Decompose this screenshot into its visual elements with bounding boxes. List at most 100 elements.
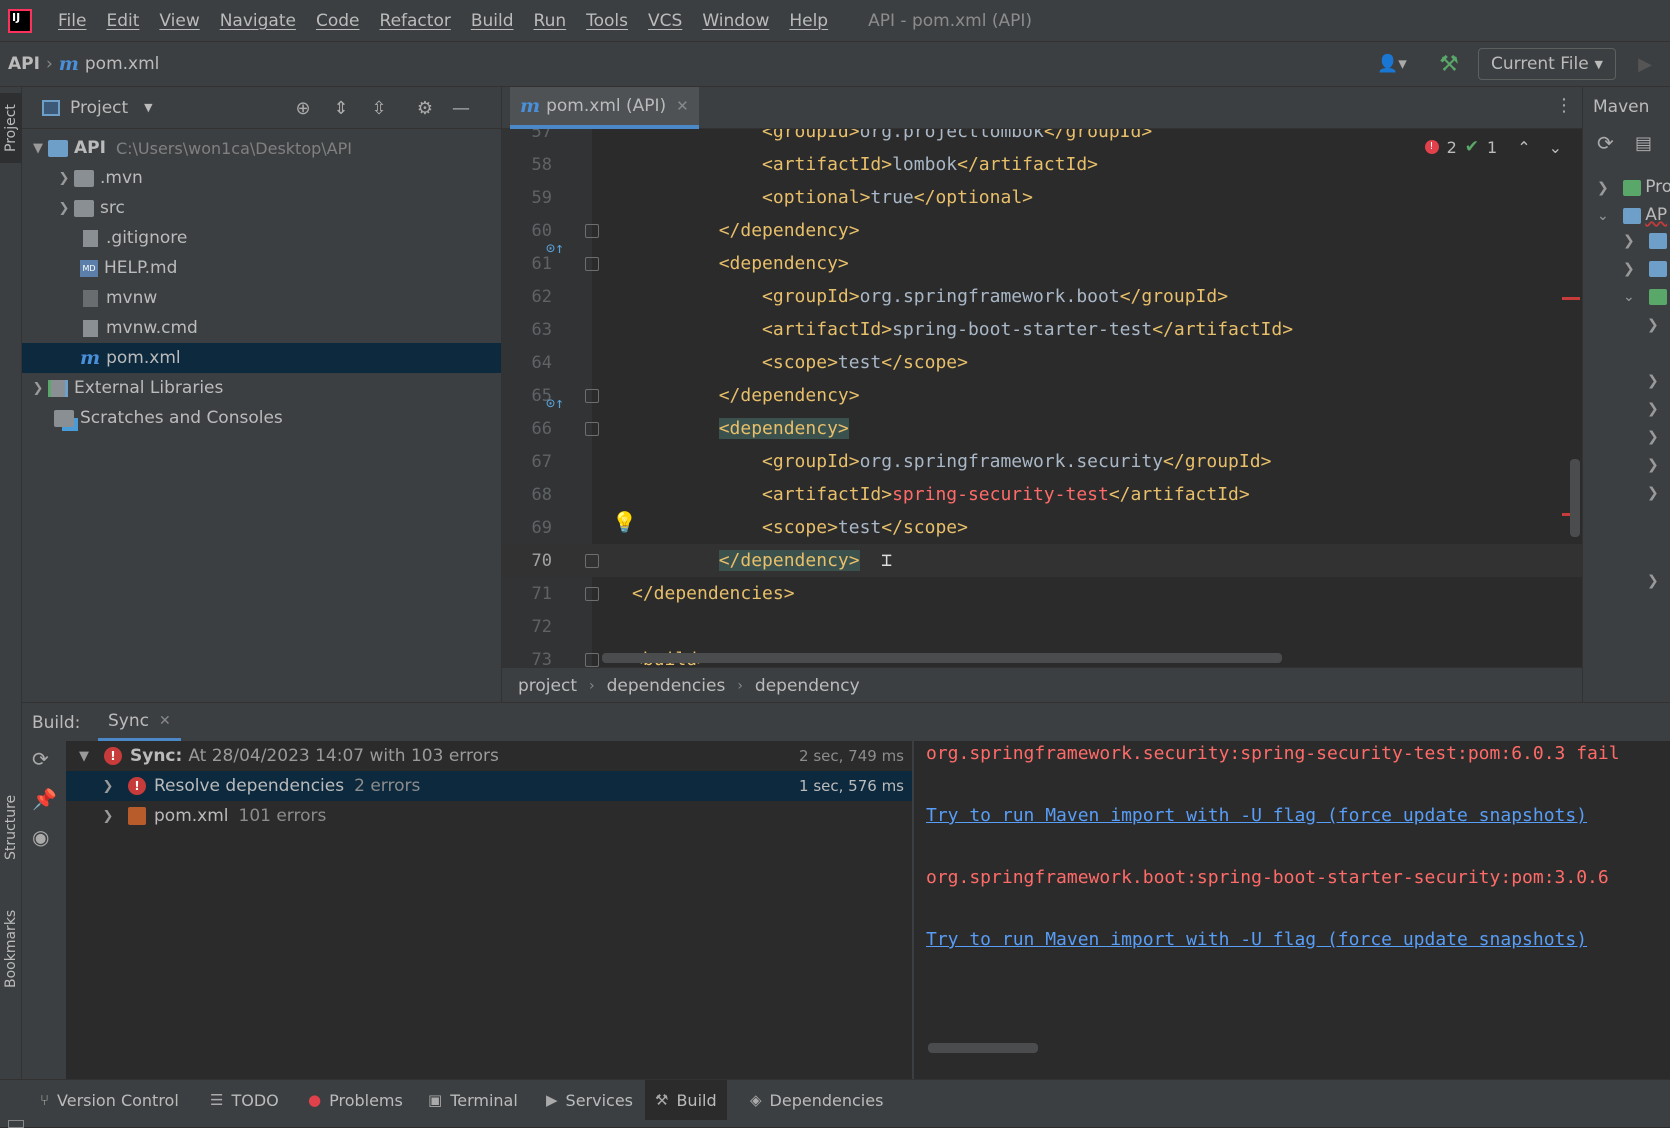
project-tool-tab[interactable]: Project xyxy=(0,93,22,163)
chevron-down-icon[interactable]: ⌄ xyxy=(1549,138,1562,157)
menu-code[interactable]: Code xyxy=(306,11,370,31)
code-line[interactable]: 72 xyxy=(502,610,1582,643)
tree-item-external-libraries[interactable]: ❯ External Libraries xyxy=(22,373,501,403)
tree-item-mvnw[interactable]: mvnw xyxy=(22,283,501,313)
build-row-pom-xml[interactable]: ❯ pom.xml 101 errors xyxy=(66,801,912,831)
code-line[interactable]: 63 <artifactId>spring-boot-starter-test<… xyxy=(502,313,1582,346)
menu-view[interactable]: View xyxy=(149,11,209,31)
chevron-down-icon[interactable]: ▼ xyxy=(28,141,48,156)
code-line[interactable]: 68 <artifactId>spring-security-test</art… xyxy=(502,478,1582,511)
code-line[interactable]: 67 <groupId>org.springframework.security… xyxy=(502,445,1582,478)
overrides-gutter-icon[interactable]: ⊙↑ xyxy=(546,394,564,412)
tree-item-scratches[interactable]: Scratches and Consoles xyxy=(22,403,501,433)
menu-help[interactable]: Help xyxy=(779,11,838,31)
breadcrumb-dependencies[interactable]: dependencies xyxy=(607,676,726,696)
locate-file-icon[interactable]: ⊕ xyxy=(290,95,316,121)
output-link-force-update[interactable]: Try to run Maven import with -U flag (fo… xyxy=(926,929,1587,950)
code-line[interactable]: 61 <dependency> xyxy=(502,247,1582,280)
code-editor[interactable]: 57 <groupId>org.projectlombok</groupId> 5… xyxy=(502,129,1582,667)
maven-tree-item-dependencies[interactable]: ⌄ xyxy=(1623,289,1667,305)
chevron-right-icon[interactable]: ❯ xyxy=(98,809,118,824)
project-view-select[interactable]: Project xyxy=(70,98,128,118)
chevron-right-icon[interactable]: ❯ xyxy=(1647,429,1659,445)
horizontal-scrollbar[interactable] xyxy=(928,1043,1038,1053)
tree-item-gitignore[interactable]: .gitignore xyxy=(22,223,501,253)
maven-tree-item-plugins[interactable]: ❯ xyxy=(1623,261,1667,277)
close-icon[interactable]: ✕ xyxy=(676,97,689,115)
nav-project-root[interactable]: API xyxy=(8,54,40,74)
output-link-force-update[interactable]: Try to run Maven import with -U flag (fo… xyxy=(926,805,1587,826)
user-account-icon[interactable]: 👤▾ xyxy=(1370,49,1414,79)
maven-tree-item-api[interactable]: ⌄ AP xyxy=(1597,205,1667,225)
add-maven-project-icon[interactable]: ▤ xyxy=(1635,133,1652,154)
tool-todo[interactable]: ☰ TODO xyxy=(200,1080,289,1120)
collapse-all-icon[interactable]: ⇳ xyxy=(366,95,392,121)
gear-icon[interactable]: ⚙ xyxy=(412,95,438,121)
menu-build[interactable]: Build xyxy=(461,11,524,31)
chevron-right-icon[interactable]: ❯ xyxy=(54,171,74,186)
overrides-gutter-icon[interactable]: ⊙↑ xyxy=(546,239,564,257)
menu-file[interactable]: File xyxy=(48,11,96,31)
chevron-right-icon[interactable]: ❯ xyxy=(1647,401,1659,417)
structure-tool-tab[interactable]: Structure xyxy=(0,777,22,877)
code-line[interactable]: 70 </dependency> ⌶ xyxy=(502,544,1582,577)
chevron-up-icon[interactable]: ⌃ xyxy=(1517,138,1530,157)
fold-marker-icon[interactable] xyxy=(585,256,599,271)
build-hammer-icon[interactable]: ⚒ xyxy=(1432,49,1466,79)
lightbulb-icon[interactable]: 💡 xyxy=(612,510,637,534)
code-line[interactable]: 64 <scope>test</scope> xyxy=(502,346,1582,379)
horizontal-scrollbar[interactable] xyxy=(602,653,1282,663)
bookmarks-tool-tab[interactable]: Bookmarks xyxy=(0,899,22,999)
chevron-down-icon[interactable]: ▼ xyxy=(74,749,94,764)
close-icon[interactable]: ✕ xyxy=(159,713,171,729)
maven-tree-item-lifecycle[interactable]: ❯ xyxy=(1623,233,1667,249)
tool-problems[interactable]: ● Problems xyxy=(298,1080,413,1120)
tree-item-pom-xml[interactable]: m pom.xml xyxy=(22,343,501,373)
code-line[interactable]: 65 </dependency> xyxy=(502,379,1582,412)
tree-item-mvn[interactable]: ❯ .mvn xyxy=(22,163,501,193)
more-vertical-icon[interactable]: ⋮ xyxy=(1554,95,1574,116)
tree-item-api-root[interactable]: ▼ API C:\Users\won1ca\Desktop\API xyxy=(22,133,501,163)
chevron-right-icon[interactable]: ❯ xyxy=(54,201,74,216)
chevron-right-icon[interactable]: ❯ xyxy=(1647,317,1659,333)
tab-pom-xml[interactable]: m pom.xml (API) ✕ xyxy=(510,87,699,129)
code-line[interactable]: 69 <scope>test</scope> xyxy=(502,511,1582,544)
tree-item-src[interactable]: ❯ src xyxy=(22,193,501,223)
tool-services[interactable]: ▶ Services xyxy=(536,1080,643,1120)
code-line[interactable]: 59 <optional>true</optional> xyxy=(502,181,1582,214)
menu-run[interactable]: Run xyxy=(524,11,577,31)
inspections-widget[interactable]: ! 2 ✔ 1 ⌃ ⌄ xyxy=(1424,137,1562,157)
chevron-right-icon[interactable]: ❯ xyxy=(98,779,118,794)
code-line[interactable]: 66 <dependency> xyxy=(502,412,1582,445)
run-icon[interactable]: ▶ xyxy=(1630,49,1660,79)
tool-version-control[interactable]: ⑂ Version Control xyxy=(30,1080,189,1120)
tab-sync[interactable]: Sync ✕ xyxy=(98,703,181,741)
menu-window[interactable]: Window xyxy=(692,11,779,31)
code-line[interactable]: 60 </dependency> xyxy=(502,214,1582,247)
chevron-right-icon[interactable]: ❯ xyxy=(1647,457,1659,473)
chevron-right-icon[interactable]: ❯ xyxy=(28,381,48,396)
chevron-right-icon[interactable]: ❯ xyxy=(1647,373,1659,389)
breadcrumb-project[interactable]: project xyxy=(518,676,577,696)
fold-marker-icon[interactable] xyxy=(585,553,599,568)
fold-marker-icon[interactable] xyxy=(585,652,599,667)
reload-icon[interactable]: ⟳ xyxy=(1597,131,1614,155)
menu-refactor[interactable]: Refactor xyxy=(370,11,461,31)
chevron-right-icon[interactable]: ❯ xyxy=(1647,573,1659,589)
minimize-icon[interactable]: — xyxy=(448,95,474,121)
code-line[interactable]: 57 <groupId>org.projectlombok</groupId> xyxy=(502,129,1582,148)
nav-file[interactable]: pom.xml xyxy=(85,54,160,74)
tree-item-help-md[interactable]: MD HELP.md xyxy=(22,253,501,283)
fold-marker-icon[interactable] xyxy=(585,223,599,238)
tree-item-mvnw-cmd[interactable]: mvnw.cmd xyxy=(22,313,501,343)
chevron-down-icon[interactable]: ▼ xyxy=(144,101,152,114)
menu-edit[interactable]: Edit xyxy=(96,11,149,31)
build-row-resolve-dependencies[interactable]: ❯ ! Resolve dependencies 2 errors 1 sec,… xyxy=(66,771,912,801)
fold-marker-icon[interactable] xyxy=(585,388,599,403)
pin-icon[interactable]: 📌 xyxy=(32,787,57,811)
sync-icon[interactable]: ⟳ xyxy=(32,747,49,771)
fold-marker-icon[interactable] xyxy=(585,421,599,436)
run-configuration-select[interactable]: Current File ▼ xyxy=(1478,48,1616,80)
code-line[interactable]: 71 </dependencies> xyxy=(502,577,1582,610)
code-line[interactable]: 58 <artifactId>lombok</artifactId> xyxy=(502,148,1582,181)
